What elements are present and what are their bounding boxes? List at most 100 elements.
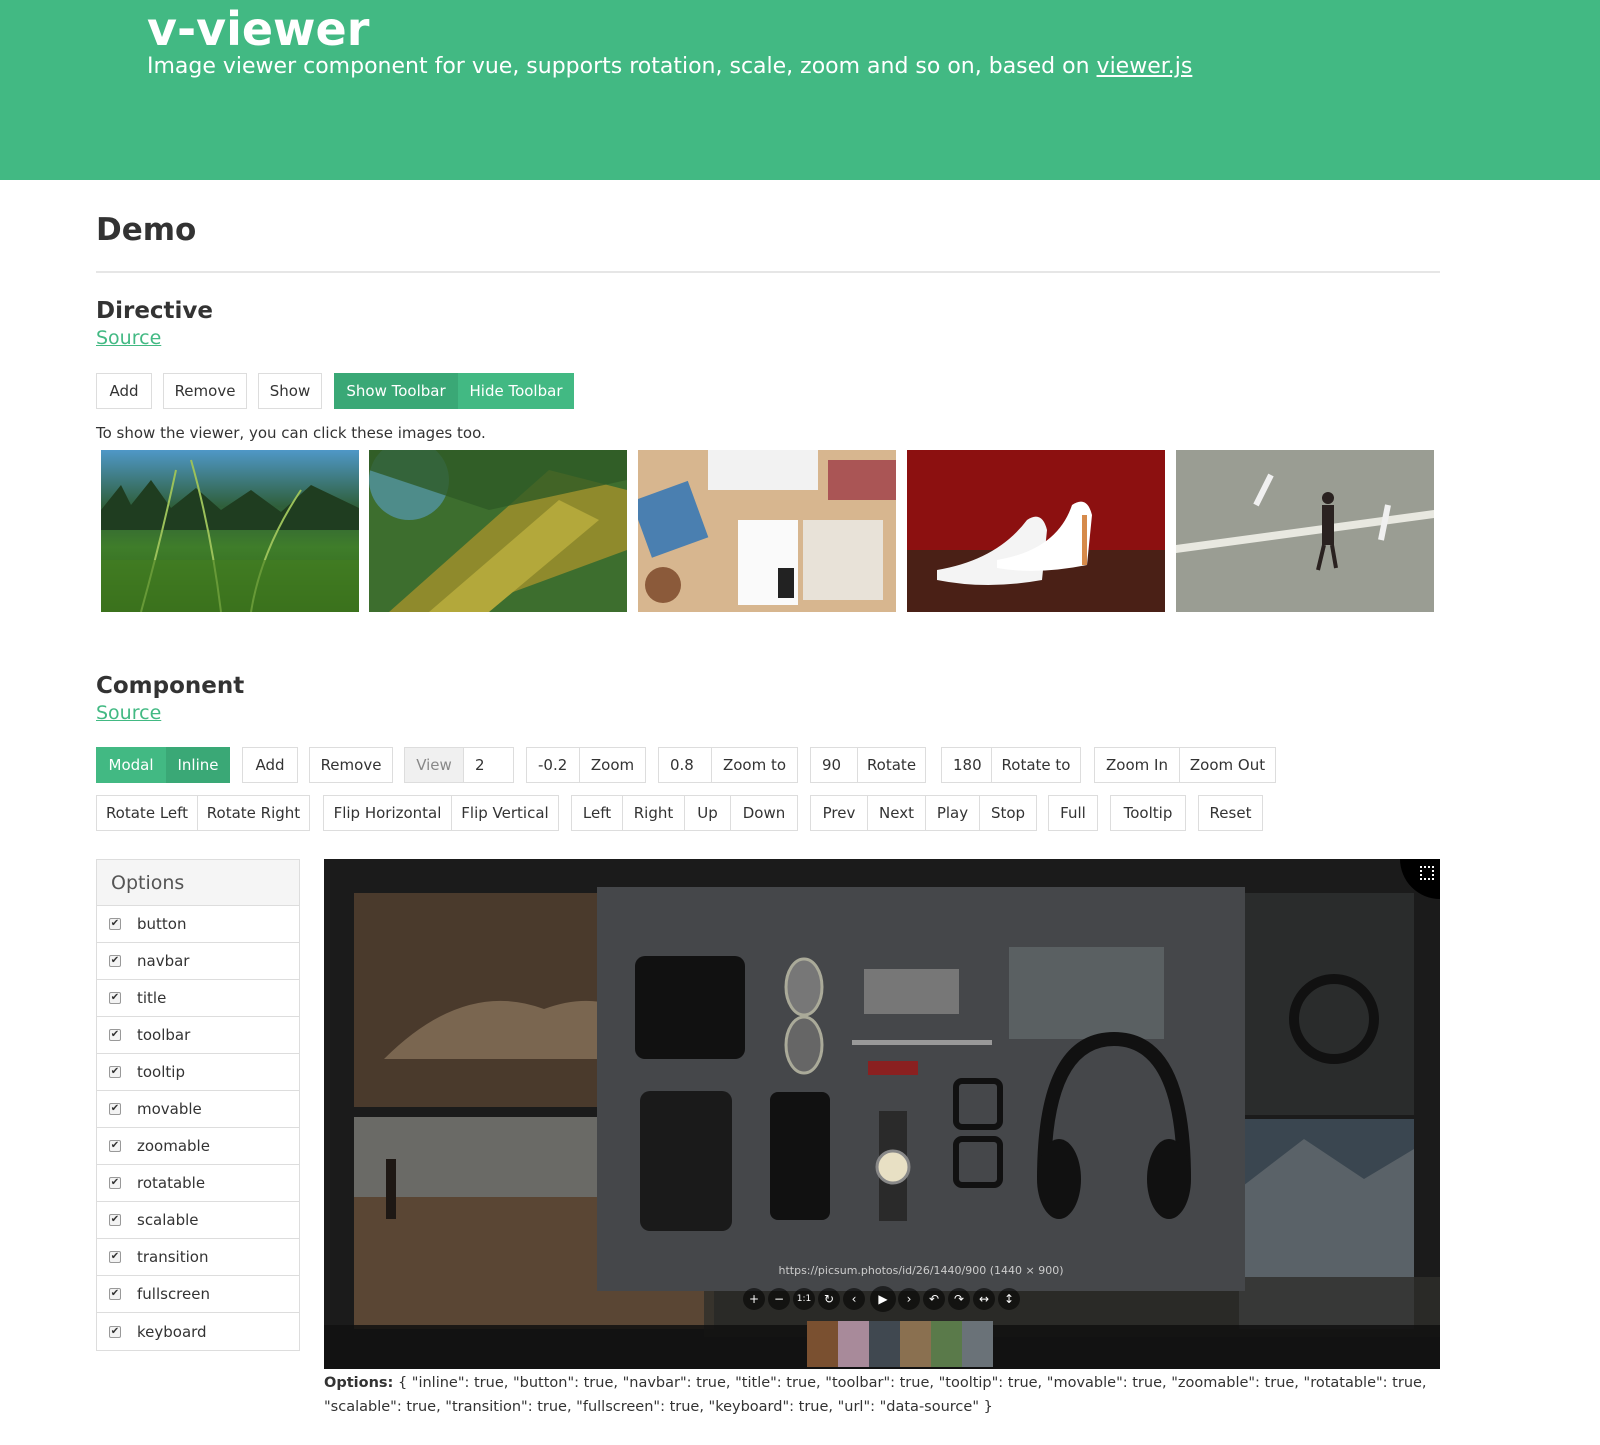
directive-source-link[interactable]: Source [96,325,161,351]
option-label: fullscreen [137,1285,210,1303]
next-button[interactable]: Next [868,795,926,831]
viewerjs-link[interactable]: viewer.js [1097,54,1193,79]
checkbox-checked-icon[interactable]: ✔ [109,1325,121,1338]
flip-vertical-button[interactable]: Flip Vertical [452,795,559,831]
option-label: keyboard [137,1322,207,1341]
option-navbar[interactable]: ✔ navbar [97,943,299,980]
option-label: navbar [137,952,190,970]
options-panel-title: Options [97,860,299,906]
site-subtitle: Image viewer component for vue, supports… [147,52,1192,82]
component-title: Component [96,673,245,699]
rotate-left-icon[interactable]: ↶ [923,1288,945,1310]
tooltip-button[interactable]: Tooltip [1110,795,1186,831]
option-title[interactable]: ✔ title [97,980,299,1017]
checkbox-checked-icon[interactable]: ✔ [109,1140,121,1152]
checkbox-checked-icon[interactable]: ✔ [109,918,121,930]
rotate-to-button[interactable]: Rotate to [992,747,1081,783]
checkbox-checked-icon[interactable]: ✔ [109,1029,121,1041]
reset-icon[interactable]: ↻ [818,1288,840,1310]
site-title: v-viewer [147,2,370,56]
directive-remove-button[interactable]: Remove [163,373,247,409]
option-label: zoomable [137,1137,210,1155]
zoom-to-button[interactable]: Zoom to [712,747,798,783]
move-right-button[interactable]: Right [623,795,685,831]
view-index-input[interactable]: 2 [464,747,514,783]
option-keyboard[interactable]: ✔ keyboard [97,1313,299,1350]
zoom-out-button[interactable]: Zoom Out [1180,747,1276,783]
prev-button[interactable]: Prev [810,795,868,831]
viewer-image-caption: https://picsum.photos/id/26/1440/900 (14… [778,1264,1064,1277]
divider [96,271,1440,273]
zoom-in-button[interactable]: Zoom In [1094,747,1180,783]
options-output-label: Options: [324,1375,394,1391]
option-movable[interactable]: ✔ movable [97,1091,299,1128]
inline-button[interactable]: Inline [166,747,230,783]
component-source-link[interactable]: Source [96,700,161,726]
thumbnail-desk[interactable] [638,450,896,612]
move-up-button[interactable]: Up [685,795,731,831]
move-down-button[interactable]: Down [731,795,798,831]
rotate-button[interactable]: Rotate [858,747,926,783]
option-rotatable[interactable]: ✔ rotatable [97,1165,299,1202]
checkbox-checked-icon[interactable]: ✔ [109,1251,121,1263]
option-label: toolbar [137,1026,191,1044]
option-button[interactable]: ✔ button [97,906,299,943]
option-scalable[interactable]: ✔ scalable [97,1202,299,1239]
play-icon[interactable]: ▶ [870,1286,896,1312]
option-toolbar[interactable]: ✔ toolbar [97,1017,299,1054]
full-button[interactable]: Full [1048,795,1098,831]
rotate-to-input[interactable]: 180 [941,747,992,783]
directive-show-button[interactable]: Show [258,373,322,409]
option-label: movable [137,1100,202,1118]
flip-vertical-icon[interactable]: ↕ [998,1288,1020,1310]
zoom-button[interactable]: Zoom [580,747,646,783]
play-button[interactable]: Play [926,795,980,831]
show-toolbar-button[interactable]: Show Toolbar [334,373,458,409]
option-zoomable[interactable]: ✔ zoomable [97,1128,299,1165]
rotate-right-icon[interactable]: ↷ [948,1288,970,1310]
rotate-degree-input[interactable]: 90 [810,747,858,783]
fullscreen-icon[interactable] [1420,866,1434,880]
checkbox-checked-icon[interactable]: ✔ [109,1288,121,1300]
flip-horizontal-button[interactable]: Flip Horizontal [323,795,452,831]
rotate-left-button[interactable]: Rotate Left [96,795,198,831]
option-fullscreen[interactable]: ✔ fullscreen [97,1276,299,1313]
prev-icon[interactable]: ‹ [843,1288,865,1310]
rotate-right-button[interactable]: Rotate Right [198,795,310,831]
view-button[interactable]: View [404,747,464,783]
directive-title: Directive [96,298,214,324]
next-icon[interactable]: › [898,1288,920,1310]
checkbox-checked-icon[interactable]: ✔ [109,955,121,967]
checkbox-checked-icon[interactable]: ✔ [109,1066,121,1078]
stop-button[interactable]: Stop [980,795,1037,831]
component-add-button[interactable]: Add [242,747,298,783]
checkbox-checked-icon[interactable]: ✔ [109,992,121,1004]
modal-button[interactable]: Modal [96,747,166,783]
flip-horizontal-icon[interactable]: ↔ [973,1288,995,1310]
zoom-to-input[interactable]: 0.8 [658,747,712,783]
thumbnail-shoes[interactable] [907,450,1165,612]
option-transition[interactable]: ✔ transition [97,1239,299,1276]
thumbnail-grass[interactable] [101,450,359,612]
component-remove-button[interactable]: Remove [309,747,393,783]
page-title: Demo [96,212,197,248]
checkbox-checked-icon[interactable]: ✔ [109,1214,121,1226]
zoom-in-icon[interactable]: + [743,1288,765,1310]
move-left-button[interactable]: Left [571,795,623,831]
reset-button[interactable]: Reset [1198,795,1263,831]
option-label: transition [137,1248,209,1266]
option-label: rotatable [137,1174,206,1192]
option-label: title [137,989,167,1007]
option-label: button [137,915,187,933]
one-to-one-icon[interactable]: 1:1 [793,1288,815,1310]
thumbnail-tree[interactable] [369,450,627,612]
hero-banner: v-viewer Image viewer component for vue,… [0,0,1600,180]
hide-toolbar-button[interactable]: Hide Toolbar [458,373,574,409]
checkbox-checked-icon[interactable]: ✔ [109,1177,121,1189]
option-tooltip[interactable]: ✔ tooltip [97,1054,299,1091]
checkbox-checked-icon[interactable]: ✔ [109,1103,121,1115]
zoom-ratio-input[interactable]: -0.2 [526,747,580,783]
directive-add-button[interactable]: Add [96,373,152,409]
zoom-out-icon[interactable]: − [768,1288,790,1310]
thumbnail-man-walking[interactable] [1176,450,1434,612]
